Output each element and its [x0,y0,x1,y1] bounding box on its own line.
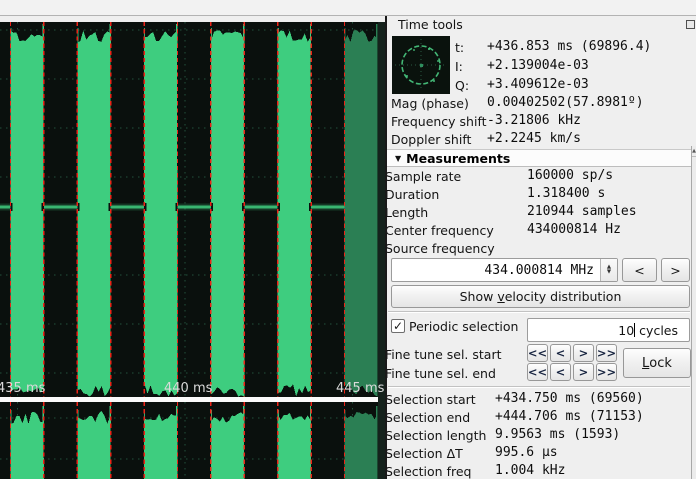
i-value: +2.139004e-03 [487,58,589,73]
doppler-shift-value: +2.2245 km/s [487,131,581,146]
i-label: I: [455,59,463,74]
lock-button[interactable]: Lock [623,348,691,378]
fine-end-left-button[interactable]: < [550,363,571,381]
center-frequency-value: 434000814 Hz [527,222,621,237]
periodic-selection-checkbox[interactable]: ✓ [391,319,405,333]
scroll-up-icon[interactable]: ▲ [692,146,696,157]
frequency-shift-value: -3.21806 kHz [487,113,581,128]
mag-phase-label: Mag (phase) [391,96,469,111]
waveform-plot [0,22,385,397]
q-label: Q: [455,78,469,93]
frequency-spinbox[interactable]: 434.000814 MHz ▲▼ [391,258,618,282]
vertical-divider [385,16,387,479]
window-top-strip [0,0,696,16]
selection-start-label: Selection start [385,392,476,407]
fine-tune-end-label: Fine tune sel. end [385,366,496,381]
show-velocity-distribution-button[interactable]: Show velocity distribution [391,285,690,308]
selection-delta-t-label: Selection ΔT [385,446,463,461]
dock-float-icon[interactable] [686,20,695,29]
lock-label-rest: ock [649,356,672,371]
selection-start-value: +434.750 ms (69560) [495,391,644,406]
iq-constellation-plot [392,36,450,94]
velocity-label-post: elocity distribution [505,289,622,304]
selection-end-value: +444.706 ms (71153) [495,409,644,424]
waveform-panel-secondary[interactable] [0,402,385,479]
velocity-label-pre: Show [460,289,498,304]
collapse-triangle-icon: ▼ [395,154,401,163]
q-value: +3.409612e-03 [487,77,589,92]
scrollbar[interactable]: ▲ [691,146,696,479]
selection-freq-value: 1.004 kHz [495,463,565,478]
selection-delta-t-value: 995.6 µs [495,445,558,460]
selection-freq-label: Selection freq [385,464,471,479]
spinner-arrows[interactable]: ▲▼ [600,259,617,281]
t-label: t: [455,40,464,55]
fine-start-right-button[interactable]: > [573,344,594,362]
mag-phase-value: 0.00402502(57.8981º) [487,95,644,110]
duration-label: Duration [385,187,439,202]
spin-down-icon[interactable]: ▼ [607,270,611,275]
cycles-suffix: cycles [635,323,678,338]
time-tick-label: 445 ms [336,381,384,396]
center-frequency-label: Center frequency [385,223,494,238]
waveform-plot-secondary [0,402,385,479]
t-value: +436.853 ms (69896.4) [487,39,651,54]
dock-title: Time tools [398,17,463,32]
selection-end-label: Selection end [385,410,470,425]
cycles-input[interactable]: 10 cycles [527,318,690,342]
separator-line [388,386,690,388]
fine-end-right-button[interactable]: > [573,363,594,381]
fine-start-big-left-button[interactable]: << [527,344,548,362]
measurements-title: Measurements [406,151,510,166]
time-tick-label: 435 ms [0,381,45,396]
length-label: Length [385,205,428,220]
length-value: 210944 samples [527,204,637,219]
fine-start-big-right-button[interactable]: >> [596,344,617,362]
measurements-section-header[interactable]: ▼ Measurements [387,149,691,167]
frequency-spinbox-value: 434.000814 MHz [484,263,617,278]
source-frequency-label: Source frequency [385,241,495,256]
fine-end-big-right-button[interactable]: >> [596,363,617,381]
fine-end-big-left-button[interactable]: << [527,363,548,381]
next-frequency-button[interactable]: > [661,258,690,282]
waveform-panel-main[interactable]: 435 ms 440 ms 445 ms [0,22,385,397]
sample-rate-label: Sample rate [385,169,461,184]
periodic-selection-label: Periodic selection [409,319,518,334]
frequency-shift-label: Frequency shift [391,114,487,129]
fine-start-left-button[interactable]: < [550,344,571,362]
check-icon: ✓ [393,321,403,331]
selection-length-label: Selection length [385,428,486,443]
doppler-shift-label: Doppler shift [391,132,471,147]
sample-rate-value: 160000 sp/s [527,168,613,183]
fine-tune-start-label: Fine tune sel. start [385,347,502,362]
velocity-label-mnemonic: v [497,289,504,304]
prev-frequency-button[interactable]: < [622,258,657,282]
separator-line [388,311,690,313]
lock-label-mnemonic: L [642,356,649,371]
cycles-value: 10 [618,323,634,338]
duration-value: 1.318400 s [527,186,605,201]
selection-length-value: 9.9563 ms (1593) [495,427,620,442]
time-tick-label: 440 ms [164,381,212,396]
